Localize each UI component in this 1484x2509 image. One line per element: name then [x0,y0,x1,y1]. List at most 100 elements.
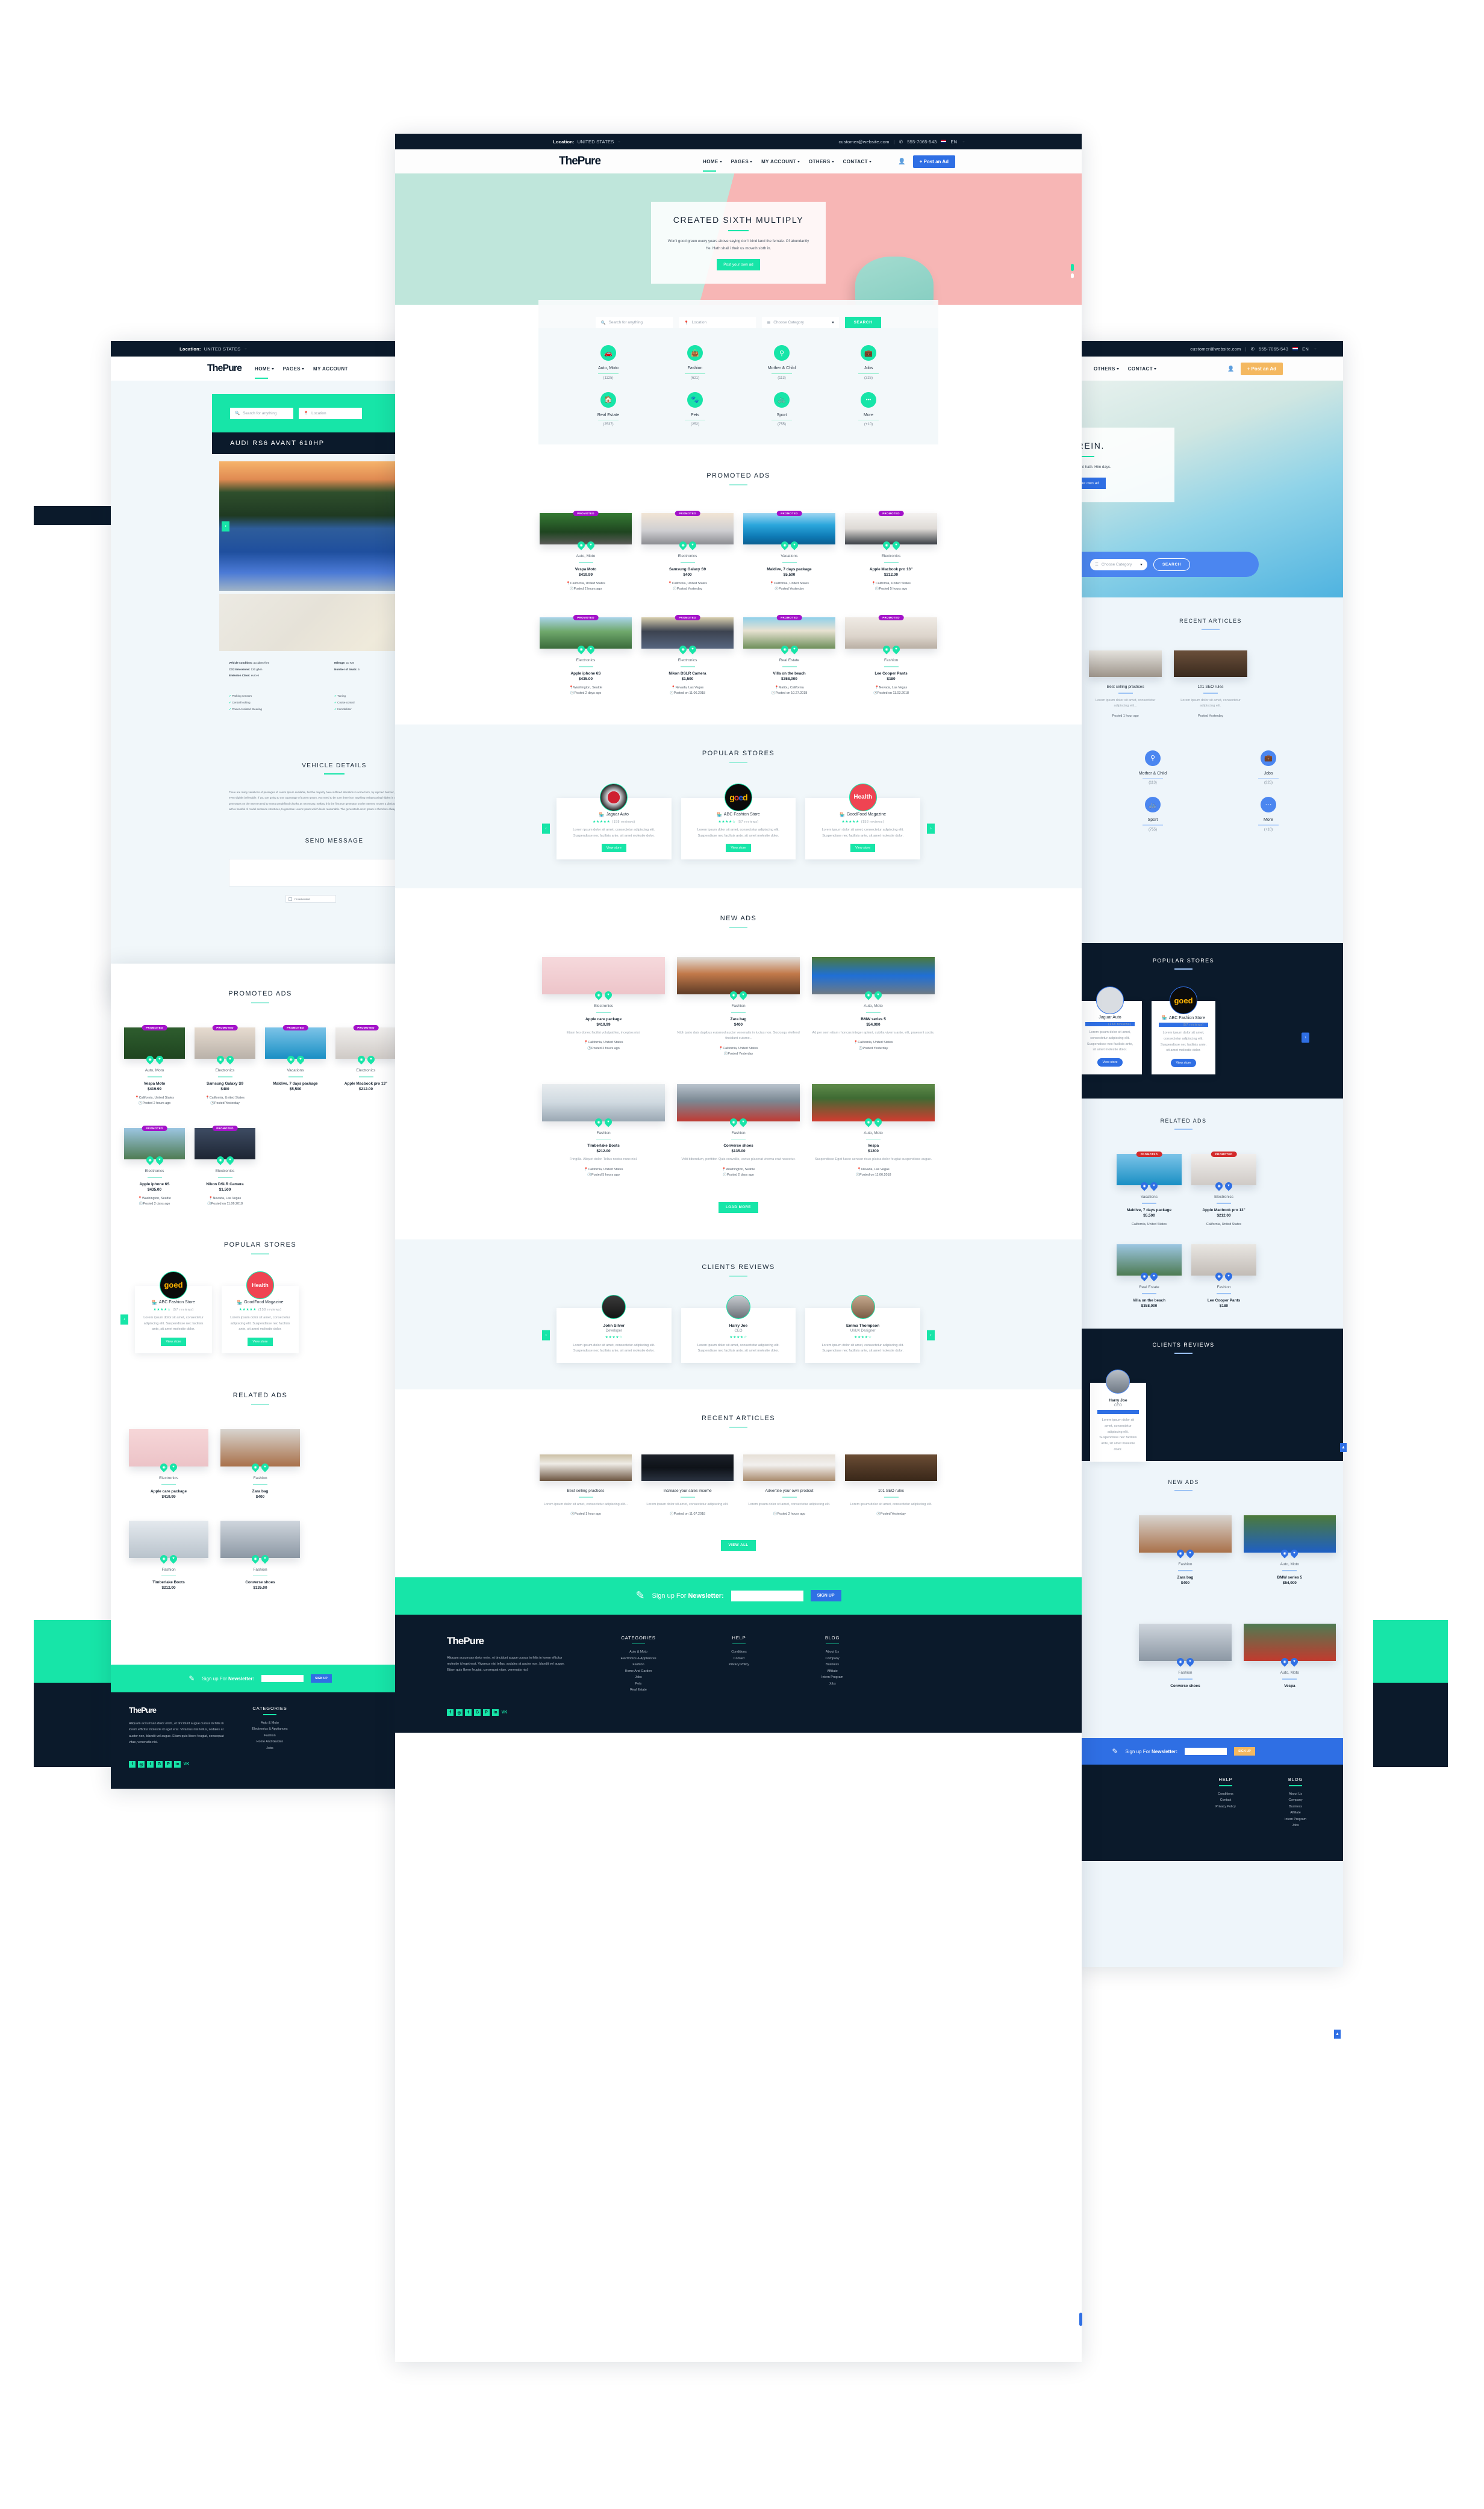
hero-slider-indicator[interactable] [1071,264,1074,271]
heart-icon[interactable]: ♥ [260,1462,270,1473]
review-card[interactable]: Emma Thompson UI/UX Designer ★★★★☆ Lorem… [805,1294,920,1364]
review-card[interactable]: Harry Joe CEO ★★★★☆ Lorem ipsum dolor si… [681,1294,796,1364]
heart-icon[interactable]: ♥ [687,644,697,655]
footer-link[interactable]: Jobs [595,1674,682,1681]
category-item-more[interactable]: ••• More (+10) [825,391,912,426]
ad-thumbnail[interactable]: ◉ ♥ [812,1083,935,1127]
ad-card[interactable]: PROMOTED ◉ ♥ Fashion Lee Cooper Pants $1… [845,615,937,696]
facebook-icon[interactable]: f [129,1761,136,1768]
googleplus-icon[interactable]: G [474,1709,481,1716]
view-icon[interactable]: ◉ [215,1155,225,1165]
topbar-location[interactable]: Location: UNITED STATES [179,346,248,352]
view-icon[interactable]: ◉ [356,1054,366,1065]
ad-card[interactable]: ◉ ♥ Fashion Zara bag $400 [1139,1515,1232,1585]
ad-card[interactable]: PROMOTED ◉ ♥ Vacations Maldive, 7 days p… [1117,1152,1182,1227]
nav-item-myaccount[interactable]: MY ACCOUNT [761,159,800,164]
view-icon[interactable]: ◉ [158,1462,169,1473]
heart-icon[interactable]: ♥ [295,1054,305,1065]
heart-icon[interactable]: ♥ [1185,1656,1196,1667]
ad-thumbnail[interactable]: ◉ ♥ [1139,1624,1232,1667]
ad-thumbnail[interactable]: ◉ ♥ [220,1429,300,1473]
ad-card[interactable]: ◉ ♥ Fashion Timberlake Boots $212.00 [129,1520,208,1590]
store-card[interactable]: goed 🏪 ABC Fashion Store ★★★★☆ (57 reviews… [681,783,796,860]
view-icon[interactable]: ◉ [1175,1548,1186,1559]
page-scrollbar[interactable] [1079,2313,1082,2326]
ad-card[interactable]: PROMOTED ◉ ♥ Vacations Maldive, 7 days p… [743,511,835,592]
ad-card[interactable]: PROMOTED ◉ ♥ Electronics Apple Macbook p… [335,1025,396,1106]
view-icon[interactable]: ◉ [576,540,586,550]
category-select[interactable]: ☰ Choose Category [762,317,840,328]
ad-thumbnail[interactable]: PROMOTED ◉ ♥ [1117,1152,1182,1191]
ad-thumbnail[interactable]: ◉ ♥ [1243,1515,1336,1559]
stores-next-button[interactable]: › [927,823,935,834]
view-icon[interactable]: ◉ [145,1054,155,1065]
ad-thumbnail[interactable]: PROMOTED ◉ ♥ [743,511,835,550]
heart-icon[interactable]: ♥ [225,1155,235,1165]
ad-card[interactable]: ◉ ♥ Auto, Moto BMW series 5 $54,000 Ad p… [812,957,935,1057]
view-icon[interactable]: ◉ [1279,1656,1290,1667]
category-item[interactable]: 💼 Jobs (325) [1211,750,1326,785]
footer-link[interactable]: Privacy Policy [706,1662,772,1668]
footer-link[interactable]: Fashion [595,1662,682,1668]
ad-card[interactable]: PROMOTED ◉ ♥ Electronics Apple Macbook p… [845,511,937,592]
category-item-sport[interactable]: 🚲 Sport (755) [738,391,825,426]
newsletter-signup-button[interactable]: SIGN UP [311,1674,332,1683]
heart-icon[interactable]: ♥ [891,644,901,655]
footer-link[interactable]: Intern Program [796,1674,868,1681]
article-thumbnail[interactable] [540,1454,632,1482]
brand-logo[interactable]: ThePure [207,363,242,374]
footer-link[interactable]: Electronics & Appliances [595,1656,682,1662]
language-selector[interactable]: EN [950,139,957,145]
ad-thumbnail[interactable]: ◉ ♥ [677,1083,800,1127]
view-icon[interactable]: ◉ [1214,1271,1224,1282]
vk-icon[interactable]: VK [501,1709,508,1716]
view-icon[interactable]: ◉ [728,990,739,1000]
load-more-button[interactable]: LOAD MORE [718,1202,759,1213]
heart-icon[interactable]: ♥ [585,540,596,550]
review-card[interactable]: Harry Joe CEO ★★★★☆ Lorem ipsum dolor si… [1090,1370,1146,1462]
view-icon[interactable]: ◉ [863,1117,874,1127]
article-thumbnail[interactable] [1174,650,1247,677]
category-item[interactable]: ··· More (+10) [1211,797,1326,832]
store-card[interactable]: 🏪 Jaguar Auto ★★★★★ (158 reviews) Lorem ip… [556,783,672,860]
category-item-mother-child[interactable]: ⚲ Mother & Child (113) [738,345,825,380]
view-icon[interactable]: ◉ [1175,1656,1186,1667]
location-input[interactable]: 📍 Location [299,407,362,419]
heart-icon[interactable]: ♥ [1149,1180,1159,1191]
heart-icon[interactable]: ♥ [154,1054,164,1065]
search-button[interactable]: SEARCH [845,317,881,328]
view-icon[interactable]: ◉ [863,990,874,1000]
ad-thumbnail[interactable]: ◉ ♥ [677,957,800,1000]
heart-icon[interactable]: ♥ [873,990,884,1000]
view-icon[interactable]: ◉ [881,540,891,550]
article-thumbnail[interactable] [1089,650,1162,677]
category-item-real-estate[interactable]: 🏠 Real Estate (2537) [565,391,652,426]
twitter-icon[interactable]: t [147,1761,154,1768]
view-icon[interactable]: ◉ [1214,1180,1224,1191]
search-input[interactable]: 🔍 Search for anything [596,317,673,328]
view-store-button[interactable]: View store [601,844,626,853]
heart-icon[interactable]: ♥ [154,1155,164,1165]
recaptcha-box[interactable]: I'm not a robot [285,895,336,903]
view-all-button[interactable]: VIEW ALL [721,1539,756,1551]
view-icon[interactable]: ◉ [1279,1548,1290,1559]
ad-card[interactable]: PROMOTED ◉ ♥ Auto, Moto Vespa Moto $419.… [540,511,632,592]
view-store-button[interactable]: View store [850,844,876,853]
heart-icon[interactable]: ♥ [789,540,799,550]
instagram-icon[interactable]: ◎ [456,1709,463,1716]
article-thumbnail[interactable] [845,1454,937,1482]
store-card[interactable]: Health 🏪 GoodFood Magazine ★★★★★ (158 revi… [805,783,920,860]
view-store-button[interactable]: View store [248,1338,273,1347]
ad-card[interactable]: ◉ ♥ Fashion Lee Cooper Pants $180 [1191,1244,1256,1308]
nav-item-home[interactable]: HOME [703,159,722,172]
googleplus-icon[interactable]: G [156,1761,163,1768]
ad-thumbnail[interactable]: ◉ ♥ [812,957,935,1000]
article-card[interactable]: Increase your sales income Lorem ipsum d… [641,1454,734,1517]
heart-icon[interactable]: ♥ [603,1117,614,1127]
heart-icon[interactable]: ♥ [1289,1548,1300,1559]
ad-thumbnail[interactable]: PROMOTED ◉ ♥ [265,1025,326,1065]
newsletter-email-input[interactable] [261,1675,304,1682]
newsletter-signup-button[interactable]: SIGN UP [810,1590,841,1602]
view-store-button[interactable]: View store [1171,1059,1196,1068]
ad-card[interactable]: PROMOTED ◉ ♥ Electronics Samsung Galaxy … [195,1025,255,1106]
